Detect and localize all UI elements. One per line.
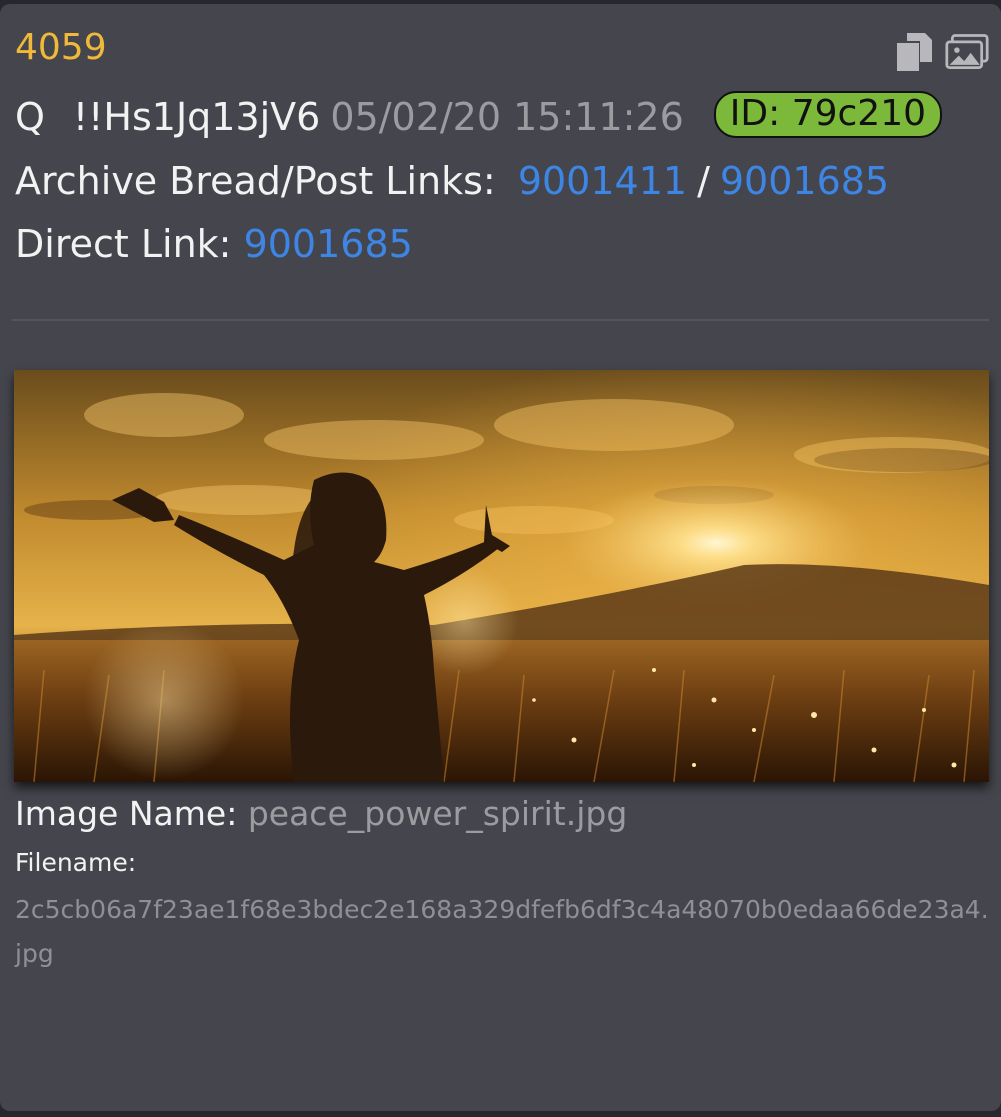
- post-timestamp: 05/02/20 15:11:26: [330, 95, 684, 139]
- link-separator: /: [697, 159, 710, 203]
- copy-button[interactable]: [891, 30, 935, 74]
- direct-link-row: Direct Link: 9001685: [15, 225, 413, 263]
- author-name: Q: [15, 95, 45, 139]
- direct-link-label: Direct Link:: [15, 222, 232, 266]
- copy-icon: [895, 33, 932, 71]
- direct-link[interactable]: 9001685: [244, 222, 413, 266]
- divider: [12, 319, 989, 321]
- post-number[interactable]: 4059: [15, 30, 107, 66]
- sunset-field-photo: [14, 370, 989, 782]
- poster-id-badge[interactable]: ID: 79c210: [713, 91, 943, 138]
- post-image[interactable]: [14, 370, 989, 782]
- filename-label: Filename:: [15, 848, 137, 877]
- archive-links-row: Archive Bread/Post Links: 9001411/900168…: [15, 162, 889, 200]
- post-header: Q !!Hs1Jq13jV6 05/02/20 15:11:26 ID: 79c210: [15, 91, 943, 145]
- archive-bread-link[interactable]: 9001411: [518, 159, 687, 203]
- image-name-value: peace_power_spirit.jpg: [247, 794, 628, 833]
- image-name-row: Image Name: peace_power_spirit.jpg: [15, 794, 627, 833]
- post-card: 4059 Q !!Hs1Jq13jV6 05/02/20 15:11:26 ID: 7…: [0, 4, 1001, 1111]
- archive-links-label: Archive Bread/Post Links:: [15, 159, 496, 203]
- image-gallery-button[interactable]: [945, 30, 989, 74]
- images-icon: [945, 34, 989, 69]
- image-name-label: Image Name:: [15, 794, 238, 833]
- filename-value: 2c5cb06a7f23ae1f68e3bdec2e168a329dfefb6d…: [15, 895, 989, 968]
- post-toolbar: [891, 30, 989, 74]
- tripcode: !!Hs1Jq13jV6: [72, 95, 321, 139]
- archive-post-link[interactable]: 9001685: [720, 159, 889, 203]
